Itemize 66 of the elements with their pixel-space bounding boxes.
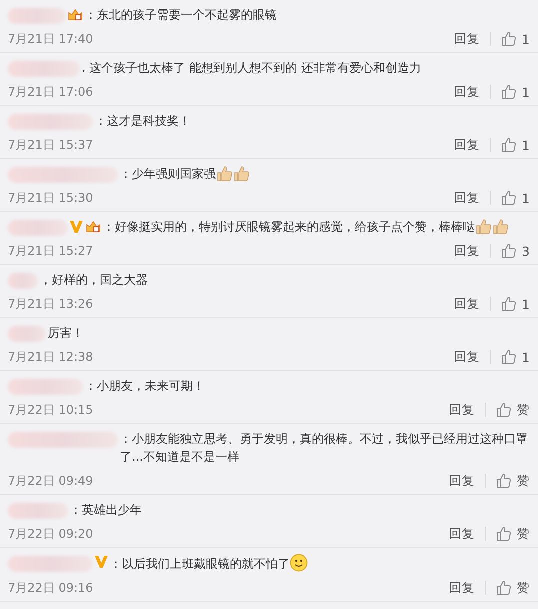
like-button[interactable]: 1 <box>501 31 530 47</box>
comment-text: . 这个孩子也太棒了 能想到别人想不到的 还非常有爱心和创造力 <box>82 60 422 77</box>
reply-button[interactable]: 回复 <box>454 242 490 260</box>
like-button[interactable]: 3 <box>501 243 530 259</box>
blurred-username[interactable] <box>8 167 118 183</box>
comment-text: ：以后我们上班戴眼镜的就不怕了 <box>110 554 530 573</box>
comment-time: 7月21日 15:27 <box>8 242 94 260</box>
reply-button[interactable]: 回复 <box>449 472 485 490</box>
thumbs-up-icon <box>501 31 518 47</box>
reply-button[interactable]: 回复 <box>454 84 490 100</box>
thumbs-up-icon <box>501 349 518 365</box>
comment-text: ：小朋友，未来可期！ <box>85 378 206 395</box>
blurred-username[interactable] <box>8 114 93 130</box>
comment-text: ：少年强则国家强 <box>120 165 530 183</box>
comment-text: ，好样的，国之大器 <box>40 272 149 289</box>
thumbs-up-icon <box>501 190 518 206</box>
reply-button[interactable]: 回复 <box>454 348 490 366</box>
comment-text: ：小朋友能独立思考、勇于发明，真的很棒。不过，我似乎已经用过这种口罩了...不知道是不是一样 <box>120 431 529 466</box>
comment-time: 7月22日 10:15 <box>8 402 94 418</box>
like-button[interactable]: 赞 <box>496 472 530 490</box>
thumbs-up-icon <box>496 526 512 542</box>
thumbs-up-icon <box>496 580 512 596</box>
comment-time: 7月21日 12:38 <box>8 348 94 366</box>
like-button[interactable]: 1 <box>501 137 530 153</box>
reply-button[interactable]: 回复 <box>449 402 485 418</box>
reply-button[interactable]: 回复 <box>449 580 485 596</box>
thumbs-up-icon <box>501 137 518 153</box>
blurred-username[interactable] <box>8 273 38 289</box>
comment-time: 7月22日 09:49 <box>8 472 94 490</box>
blurred-username[interactable] <box>8 379 83 395</box>
like-button[interactable]: 1 <box>501 190 530 206</box>
like-button[interactable]: 1 <box>501 349 530 365</box>
thumbs-up-icon <box>501 243 518 259</box>
comment-text: ：英雄出少年 <box>70 502 143 519</box>
thumbs-up-icon <box>501 296 518 312</box>
comment-time: 7月22日 09:20 <box>8 526 94 542</box>
comment-text: ：东北的孩子需要一个不起雾的眼镜 <box>85 7 278 24</box>
comment-time: 7月21日 15:37 <box>8 136 94 154</box>
thumbs-up-icon <box>501 84 518 100</box>
thumbs-up-icon <box>496 473 512 489</box>
like-button[interactable]: 赞 <box>496 580 530 596</box>
thumbs-up-icon <box>496 402 512 418</box>
blurred-username[interactable] <box>8 503 68 519</box>
reply-button[interactable]: 回复 <box>454 190 490 206</box>
comment-time: 7月21日 17:06 <box>8 84 94 100</box>
like-button[interactable]: 1 <box>501 84 530 100</box>
comment-time: 7月21日 13:26 <box>8 296 94 312</box>
comment-text: 厉害！ <box>48 325 85 342</box>
blurred-username[interactable] <box>8 432 118 448</box>
like-button[interactable]: 赞 <box>496 526 530 542</box>
reply-button[interactable]: 回复 <box>454 296 490 312</box>
like-button[interactable]: 赞 <box>496 402 530 418</box>
blurred-username[interactable] <box>8 326 46 342</box>
like-button[interactable]: 1 <box>501 296 530 312</box>
reply-button[interactable]: 回复 <box>449 526 485 542</box>
comment-time: 7月21日 15:30 <box>8 190 94 206</box>
comment-time: 7月21日 17:40 <box>8 30 94 48</box>
reply-button[interactable]: 回复 <box>454 136 490 154</box>
blurred-username[interactable] <box>8 61 80 77</box>
comment-text: ：好像挺实用的，特别讨厌眼镜雾起来的感觉，给孩子点个赞，棒棒哒 <box>103 218 530 236</box>
comment-time: 7月22日 09:16 <box>8 580 94 596</box>
reply-button[interactable]: 回复 <box>454 30 490 48</box>
blurred-username[interactable] <box>8 220 68 236</box>
comment-text: ：这才是科技奖！ <box>95 113 192 130</box>
blurred-username[interactable] <box>8 8 66 24</box>
blurred-username[interactable] <box>8 556 93 572</box>
